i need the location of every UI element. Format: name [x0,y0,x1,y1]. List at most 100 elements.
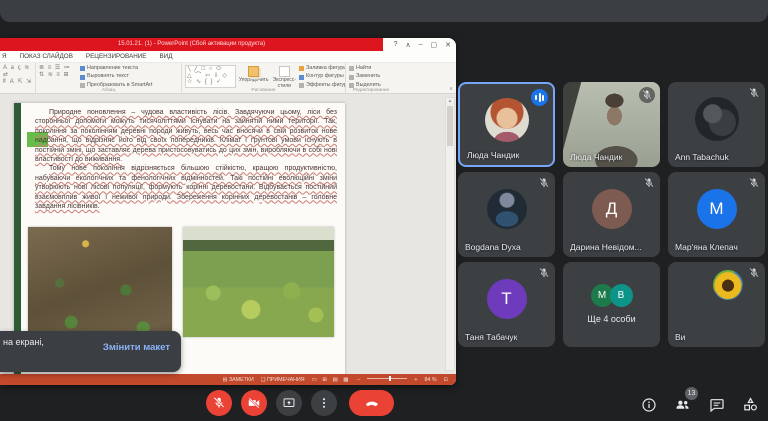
font-tools-icons[interactable]: А а ꞔ ≋ ⇄ Ꞙ А ⇱ ⇲ [3,65,33,86]
participant-name: Люда Чандик [570,152,622,162]
ribbon-tab-row: Я ПОКАЗ СЛАЙДОВ РЕЦЕНЗИРОВАНИЕ ВИД [0,51,456,63]
more-options-icon [317,396,331,410]
stacked-avatars: М В [563,284,660,307]
find-icon [349,66,354,71]
replace-icon [349,75,354,80]
leave-call-button[interactable] [349,390,394,416]
participant-tile-bogdana[interactable]: Bogdana Dyxa [458,172,555,257]
arrange-icon [248,66,259,77]
ppt-status-bar: ▤ ЗАМЕТКИ ❑ ПРИМЕЧАНИЯ ▭ ⊞ ▤ ▦ – + 84 % … [0,374,456,385]
camera-off-button[interactable] [241,390,267,416]
participant-tile-ann[interactable]: Ann Tabachuk [668,82,765,167]
tab-view[interactable]: ВИД [159,53,172,60]
comments-icon: ❑ [261,377,266,383]
participant-tile-you[interactable]: Ви [668,262,765,347]
meeting-panel-icons: 13 [640,396,759,413]
comments-button[interactable]: ❑ ПРИМЕЧАНИЯ [261,377,305,383]
mic-off-icon [639,87,655,103]
participant-tile-luda-avatar[interactable]: Люда Чандик [458,82,555,167]
zoom-slider[interactable] [367,378,407,379]
minimize-icon[interactable]: – [419,41,423,48]
tab-slideshow[interactable]: ПОКАЗ СЛАЙДОВ [20,53,73,60]
change-layout-button[interactable]: Змінити макет [103,342,170,353]
present-screen-button[interactable] [276,390,302,416]
slide-paragraph: Природне поновлення – чудова властивість… [35,108,337,164]
camera-off-icon [247,396,261,410]
group-label-drawing: Рисование [182,88,345,93]
avatar [485,98,529,142]
chat-button[interactable] [708,396,725,413]
mic-off-icon [538,267,550,279]
speaking-indicator-icon [531,89,548,106]
participant-tile-daryna[interactable]: Д Дарина Невідом... [563,172,660,257]
align-text-button[interactable]: Выровнять текст [80,73,152,80]
participant-name: Bogdana Dyxa [465,242,521,252]
ribbon-group-editing: Найти Заменить Выделить Редактирование [346,63,396,93]
info-icon [641,397,657,413]
fit-slide-icon[interactable]: ⊡ [444,377,448,383]
participant-tile-tanya[interactable]: Т Таня Табачук [458,262,555,347]
participant-name: Дарина Невідом... [570,242,642,252]
vertical-scrollbar[interactable]: ▴ [445,97,455,371]
avatar-initial: Т [487,279,527,319]
shape-fill-icon [299,66,304,71]
activities-icon [742,396,759,413]
activities-button[interactable] [742,396,759,413]
mic-off-icon [538,177,550,189]
align-text-icon [80,75,85,80]
arrange-button[interactable]: Упорядочить [239,66,269,89]
mic-off-button[interactable] [206,390,232,416]
text-direction-icon [80,66,85,71]
show-everyone-button[interactable]: 13 [674,396,691,413]
alignment-icons[interactable]: ≣ ≡ ☰ ≔ ⇅ ≋ ≡ ⊞ [39,65,77,89]
text-direction-button[interactable]: Направление текста [80,65,152,72]
zoom-level[interactable]: 84 % [424,377,436,383]
quick-styles-button[interactable]: Экспресс-стили [273,66,296,89]
mic-off-icon [643,177,655,189]
avatar-initial: М [697,189,737,229]
find-button[interactable]: Найти [349,65,394,72]
mic-off-icon [748,267,760,279]
participant-name: Люда Чандик [467,150,519,160]
participant-grid: Люда Чандик Люда Чандик Ann Tabachuk Bog… [458,82,765,347]
zoom-out-button[interactable]: – [357,377,360,383]
avatar-initial: Д [592,189,632,229]
tab-fragment[interactable]: Я [2,53,7,60]
participant-name: Ann Tabachuk [675,152,729,162]
collapse-ribbon-icon[interactable]: ∧ [449,86,453,92]
shapes-gallery[interactable]: ╲ ╱ □ ○ ⬭ △ ⌒ ⇦ ⇩ ◇ ☆ ∿ { } ✓ [185,65,236,88]
ribbon-group-drawing: ╲ ╱ □ ○ ⬭ △ ⌒ ⇦ ⇩ ◇ ☆ ∿ { } ✓ Упорядочит… [182,63,346,93]
close-icon[interactable]: ✕ [445,41,451,49]
participant-tile-luda-video[interactable]: Люда Чандик [563,82,660,167]
shape-outline-icon [299,75,304,80]
replace-button[interactable]: Заменить [349,73,394,80]
group-label-editing: Редактирование [346,88,396,93]
avatar [695,97,739,141]
meeting-details-button[interactable] [640,396,657,413]
quick-styles-icon [279,66,290,77]
tab-review[interactable]: РЕЦЕНЗИРОВАНИЕ [86,53,147,60]
zoom-in-button[interactable]: + [414,377,417,383]
notes-button[interactable]: ▤ ЗАМЕТКИ [222,377,253,383]
participant-name: Ви [675,332,685,342]
call-controls [206,390,394,416]
restore-icon[interactable]: ▢ [431,41,438,49]
participant-tile-mariana[interactable]: М Мар'яна Клепач [668,172,765,257]
slide-text-block: Природне поновлення – чудова властивість… [35,108,337,211]
avatar [487,189,527,229]
participant-tile-more-people[interactable]: М В Ще 4 особи [563,262,660,347]
mic-off-icon [748,87,760,99]
help-icon[interactable]: ? [394,41,398,48]
shape-fill-button[interactable]: Заливка фигуры [299,65,343,72]
view-mode-icons[interactable]: ▭ ⊞ ▤ ▦ [312,377,351,383]
ppt-window-title: 15.01.21. (1) - PowerPoint (Сбой активац… [0,38,383,51]
ribbon-options-icon[interactable]: ∧ [405,41,410,49]
more-options-button[interactable] [311,390,337,416]
avatar-initial: В [610,284,633,307]
shape-outline-button[interactable]: Контур фигуры [299,73,343,80]
top-window-band [0,0,768,22]
ppt-title-bar[interactable]: 15.01.21. (1) - PowerPoint (Сбой активац… [0,38,456,51]
ribbon-group-font: А а ꞔ ≋ ⇄ Ꞙ А ⇱ ⇲ [0,63,36,93]
present-screen-icon [282,396,296,410]
avatar-sunflower [713,270,743,300]
